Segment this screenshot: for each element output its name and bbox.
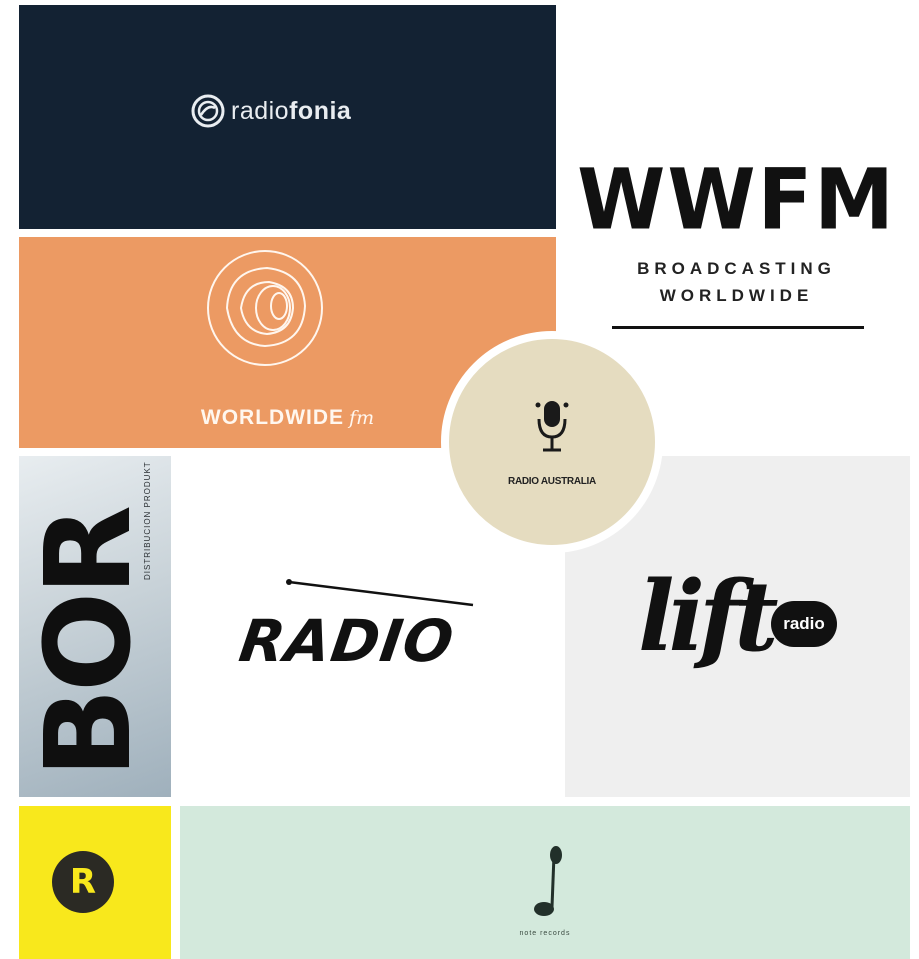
bor-letters: BOR [19, 508, 157, 778]
radiofonia-logo-icon [191, 94, 225, 128]
radio-wordmark: RADIO [235, 607, 459, 675]
lift-radio-badge: radio [771, 601, 837, 647]
concentric-rings-icon [207, 250, 323, 366]
radiofonia-wordmark: radiofonia [231, 96, 352, 125]
wwfm-subtitle: BROADCASTING WORLDWIDE [637, 259, 836, 305]
r-letter: R [69, 862, 97, 902]
bor-subtitle: DISTRIBUCION PRODUKT [143, 461, 152, 580]
antenna-icon [286, 579, 474, 607]
radio-australia-label: RADIO AUSTRALIA [508, 476, 596, 487]
lift-wordmark: lift [638, 560, 779, 673]
microphone-icon [535, 401, 569, 452]
music-note-icon [534, 846, 562, 916]
note-records-label: note records [519, 930, 571, 937]
radiofonia-logo: radiofonia [191, 94, 351, 128]
r-badge: R [52, 851, 114, 913]
wwfm-title: WWFM [577, 150, 896, 249]
radio-australia-tile[interactable]: RADIO AUSTRALIA [441, 331, 663, 553]
wwfm-rule [612, 326, 864, 329]
